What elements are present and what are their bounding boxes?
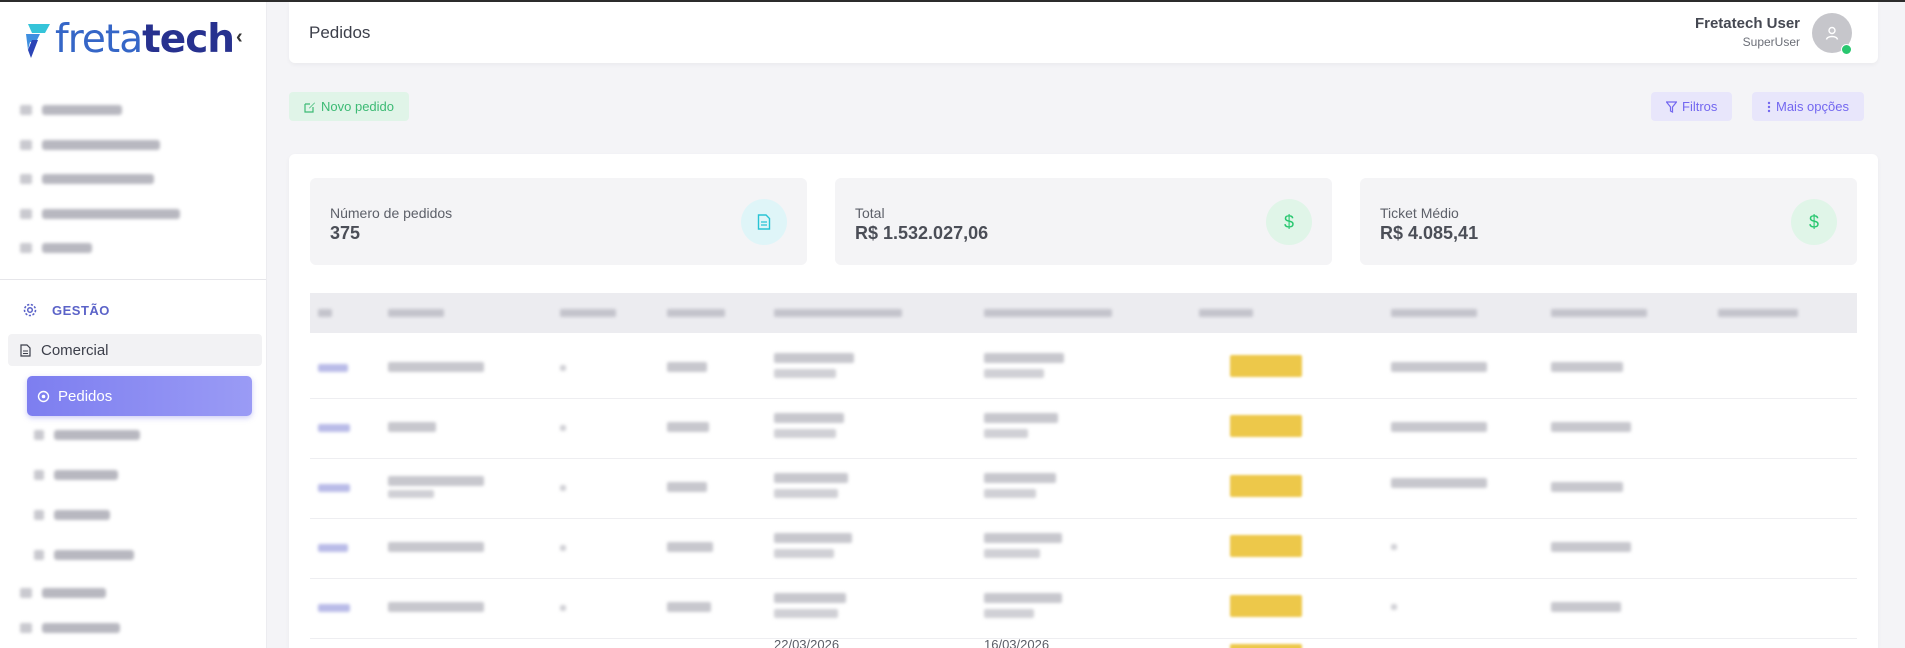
table-cell-date: 22/03/2026 xyxy=(774,637,840,648)
sidebar-item[interactable] xyxy=(20,241,92,255)
stat-value: R$ 1.532.027,06 xyxy=(855,223,989,243)
gear-icon xyxy=(23,303,37,317)
dollar-icon: $ xyxy=(1266,199,1312,245)
more-options-label: Mais opções xyxy=(1776,99,1849,114)
table-cell-date: 16/03/2026 xyxy=(984,637,1050,648)
app-logo[interactable]: fretatech xyxy=(22,17,235,62)
table-row[interactable] xyxy=(310,518,1857,579)
page-title: Pedidos xyxy=(309,23,371,42)
sidebar-item-pedidos[interactable]: Pedidos xyxy=(27,376,252,416)
file-icon xyxy=(20,343,31,357)
document-icon xyxy=(741,199,787,245)
sidebar-item[interactable] xyxy=(20,207,180,221)
more-vertical-icon xyxy=(1767,101,1771,112)
table-row[interactable] xyxy=(310,458,1857,519)
stat-value: 375 xyxy=(330,223,361,243)
stat-card-orders: Número de pedidos 375 xyxy=(310,178,807,265)
table-header xyxy=(310,293,1857,333)
new-order-label: Novo pedido xyxy=(321,99,394,114)
sidebar: fretatech ‹ GESTÃO Comercial Pedidos xyxy=(0,2,267,648)
sidebar-item[interactable] xyxy=(20,172,154,186)
status-badge xyxy=(1230,415,1302,437)
logo-mark-icon xyxy=(26,24,50,58)
stat-value: R$ 4.085,41 xyxy=(1380,223,1479,243)
user-role: SuperUser xyxy=(1742,35,1800,49)
edit-icon xyxy=(304,102,315,113)
status-badge xyxy=(1230,535,1302,557)
filters-label: Filtros xyxy=(1682,99,1718,114)
sidebar-subitem[interactable] xyxy=(34,508,110,522)
sidebar-subitem[interactable] xyxy=(34,428,140,442)
status-badge xyxy=(1230,475,1302,497)
sidebar-section-gestao: GESTÃO xyxy=(22,302,110,318)
table-row[interactable]: 22/03/2026 16/03/2026 xyxy=(310,631,1857,648)
table-row[interactable] xyxy=(310,398,1857,459)
stat-card-total: Total R$ 1.532.027,06 $ xyxy=(835,178,1332,265)
table-row[interactable] xyxy=(310,338,1857,399)
status-badge xyxy=(1230,355,1302,377)
sidebar-item[interactable] xyxy=(20,138,160,152)
status-badge xyxy=(1230,644,1302,648)
user-name[interactable]: Fretatech User xyxy=(1695,15,1800,32)
user-icon xyxy=(1825,26,1839,40)
section-title: GESTÃO xyxy=(52,302,110,318)
filters-button[interactable]: Filtros xyxy=(1651,92,1733,121)
sidebar-subitem[interactable] xyxy=(34,548,134,562)
more-options-button[interactable]: Mais opções xyxy=(1752,92,1864,121)
stat-card-ticket: Ticket Médio R$ 4.085,41 $ xyxy=(1360,178,1857,265)
stat-label: Total xyxy=(855,205,885,221)
collapse-sidebar-icon[interactable]: ‹ xyxy=(236,26,243,49)
status-badge xyxy=(1230,595,1302,617)
online-status-badge xyxy=(1841,44,1852,55)
dollar-icon: $ xyxy=(1791,199,1837,245)
orders-card: Número de pedidos 375 Total R$ 1.532.027… xyxy=(289,154,1878,648)
sidebar-item-comercial[interactable]: Comercial xyxy=(8,334,262,366)
logo-text: fretatech xyxy=(55,17,235,62)
table-row[interactable] xyxy=(310,578,1857,639)
new-order-button[interactable]: Novo pedido xyxy=(289,92,409,121)
sidebar-subitem[interactable] xyxy=(34,468,118,482)
sidebar-divider xyxy=(0,279,266,280)
stat-label: Número de pedidos xyxy=(330,205,453,221)
circle-dot-icon xyxy=(37,390,50,402)
filter-icon xyxy=(1666,100,1677,113)
sidebar-item[interactable] xyxy=(20,586,106,600)
sidebar-item-label: Comercial xyxy=(41,341,109,359)
sidebar-item[interactable] xyxy=(20,621,120,635)
sidebar-item-label: Pedidos xyxy=(58,387,113,405)
sidebar-item[interactable] xyxy=(20,103,122,117)
stat-label: Ticket Médio xyxy=(1380,205,1459,221)
top-header: Pedidos Fretatech User SuperUser xyxy=(289,2,1878,63)
